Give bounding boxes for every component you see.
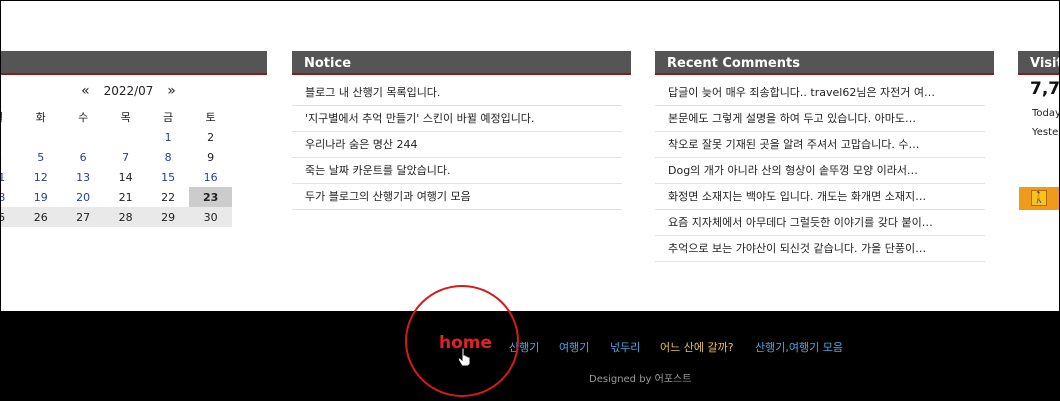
visitor-yesterday-label: Yeste	[1032, 127, 1059, 138]
visitor-today-label: Today	[1032, 108, 1060, 119]
calendar-day[interactable]: 16	[189, 167, 232, 187]
notice-header: Notice	[292, 51, 631, 75]
notice-item[interactable]: 우리나라 숨은 명산 244	[292, 132, 622, 158]
footer-credit: Designed by 어포스트	[589, 374, 692, 385]
calendar-grid: 월 화 수 목 금 토 1 2 4 5 6 7 8 9	[1, 107, 232, 227]
notice-item[interactable]: 죽는 날짜 카운트를 달았습니다.	[292, 158, 622, 184]
calendar-today: 23	[189, 187, 232, 207]
next-month-button[interactable]: »	[167, 83, 176, 99]
prev-month-button[interactable]: «	[81, 83, 90, 99]
calendar-header	[1, 51, 267, 75]
comment-item[interactable]: 착오로 잘못 기재된 곳을 알려 주셔서 고맙습니다. 수…	[655, 132, 985, 158]
calendar-day[interactable]: 6	[62, 147, 104, 167]
calendar-day	[19, 127, 61, 147]
week-row: 4 5 6 7 8 9	[1, 147, 232, 167]
weekday: 월	[1, 107, 19, 127]
comment-item[interactable]: Dog의 개가 아니라 산의 형상이 솥뚜껑 모양 이라서…	[655, 158, 985, 184]
calendar-day[interactable]: 11	[1, 167, 19, 187]
weekday: 금	[163, 111, 174, 124]
calendar-day: 9	[207, 150, 215, 164]
visitor-title: Visit	[1030, 56, 1060, 71]
calendar-day[interactable]: 20	[62, 187, 104, 207]
calendar-day	[104, 127, 146, 147]
calendar-day[interactable]: 5	[19, 147, 61, 167]
comment-item[interactable]: 요즘 지자체에서 아무데다 그럴듯한 이야기를 갖다 붙이…	[655, 210, 985, 236]
calendar-day: 14	[118, 170, 133, 184]
nav-link-which-mountain[interactable]: 어느 산에 갈까?	[660, 339, 734, 355]
weekday: 목	[120, 111, 131, 124]
calendar-day: 21	[118, 190, 133, 204]
calendar-day: 30	[189, 207, 232, 227]
comments-header: Recent Comments	[655, 51, 994, 75]
nav-link-collection[interactable]: 산행기,여행기 모음	[755, 339, 843, 355]
week-row: 18 19 20 21 22 23	[1, 187, 232, 207]
hand-cursor-icon	[457, 347, 471, 367]
week-row: 1 2	[1, 127, 232, 147]
calendar-day: 26	[19, 207, 62, 227]
calendar-day[interactable]: 7	[104, 147, 146, 167]
calendar-day[interactable]: 13	[62, 167, 104, 187]
visitor-badge[interactable]: 🚶	[1019, 187, 1059, 210]
hiker-icon: 🚶	[1031, 190, 1047, 206]
calendar-day: 27	[61, 207, 105, 227]
weekday: 수	[78, 111, 89, 124]
calendar-day: 25	[1, 207, 20, 227]
footer: home 산행기 여행기 넋두리 어느 산에 갈까? 산행기,여행기 모음 De…	[1, 311, 1059, 400]
nav-link-musings[interactable]: 넋두리	[610, 339, 640, 355]
comment-item[interactable]: 본문에도 그렇게 설명을 하여 두고 있습니다. 아마도…	[655, 106, 985, 132]
calendar-day[interactable]: 12	[19, 167, 61, 187]
visitor-header: Visit	[1018, 51, 1060, 75]
calendar-day: 22	[161, 190, 176, 204]
calendar-day: 28	[104, 207, 147, 227]
week-row: 11 12 13 14 15 16	[1, 167, 232, 187]
notice-item[interactable]: 블로그 내 산행기 목록입니다.	[292, 80, 622, 106]
week-row: 25 26 27 28 29 30	[1, 207, 232, 227]
calendar-day[interactable]: 15	[147, 167, 189, 187]
notice-item[interactable]: 두가 블로그의 산행기과 여행기 모음	[292, 184, 622, 210]
weekday-row: 월 화 수 목 금 토	[1, 107, 232, 127]
weekday: 화	[35, 111, 46, 124]
calendar-day[interactable]: 1	[147, 127, 189, 147]
notice-title: Notice	[304, 56, 352, 71]
comment-item[interactable]: 화정면 소재지는 백야도 입니다. 개도는 화개면 소재지…	[655, 184, 985, 210]
calendar-day[interactable]: 19	[19, 187, 61, 207]
comment-item[interactable]: 답글이 늦어 매우 죄송합니다.. travel62님은 자전거 여…	[655, 80, 985, 106]
comments-title: Recent Comments	[667, 56, 800, 71]
comment-item[interactable]: 추억으로 보는 가야산이 되신것 같습니다. 가을 단풍이…	[655, 236, 985, 262]
notice-list: 블로그 내 산행기 목록입니다. '지구별에서 추억 만들기' 스킨이 바뀔 예…	[292, 80, 622, 210]
comments-list: 답글이 늦어 매우 죄송합니다.. travel62님은 자전거 여… 본문에도…	[655, 80, 985, 262]
calendar-day: 2	[207, 130, 215, 144]
calendar-day	[1, 127, 19, 147]
calendar-month: 2022/07	[103, 84, 154, 98]
visitor-total: 7,7	[1030, 79, 1060, 99]
calendar-nav: « 2022/07 »	[1, 83, 256, 99]
calendar-day[interactable]: 18	[1, 187, 19, 207]
weekday: 토	[205, 111, 216, 124]
calendar-day: 29	[146, 207, 190, 227]
calendar-day: 4	[1, 147, 19, 167]
highlight-circle	[405, 285, 519, 397]
calendar-day[interactable]: 8	[147, 147, 189, 167]
blog-page: « 2022/07 » 월 화 수 목 금 토 1 2 4	[0, 0, 1060, 401]
nav-link-travel[interactable]: 여행기	[559, 339, 589, 355]
notice-item[interactable]: '지구별에서 추억 만들기' 스킨이 바뀔 예정입니다.	[292, 106, 622, 132]
calendar-day	[62, 127, 104, 147]
